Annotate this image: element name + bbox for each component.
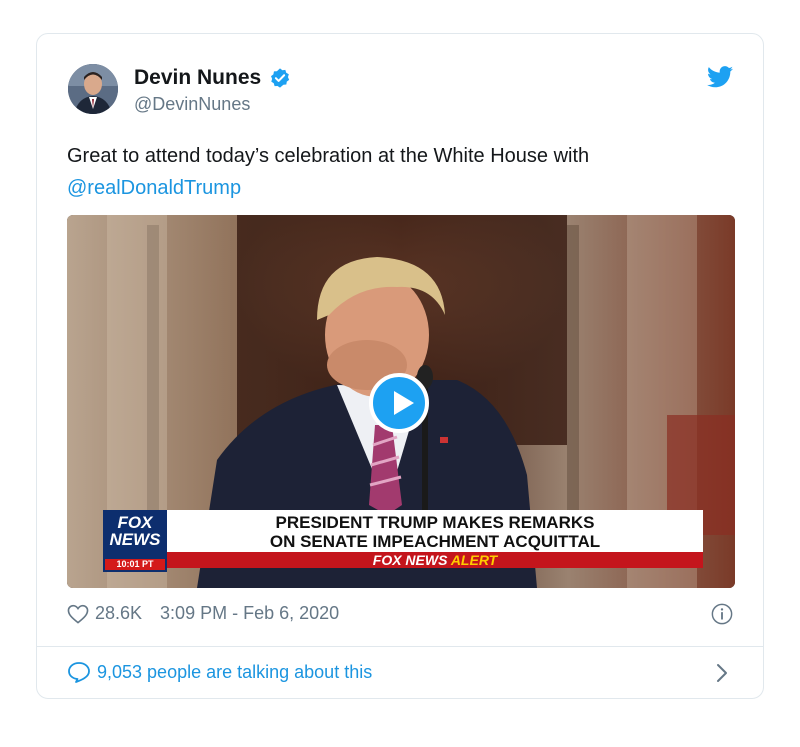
conversation-link[interactable]: 9,053 people are talking about this (67, 661, 372, 683)
tweet-timestamp[interactable]: 3:09 PM - Feb 6, 2020 (160, 603, 339, 624)
video-player[interactable]: FOX NEWS 10:01 PT PRESIDENT TRUMP MAKES … (67, 215, 735, 588)
comment-bubble-icon (68, 662, 90, 683)
alert-prefix: FOX NEWS (372, 552, 448, 568)
logo-time: 10:01 PT (105, 559, 165, 570)
headline-line1: PRESIDENT TRUMP MAKES REMARKS (275, 513, 595, 532)
play-icon[interactable] (369, 373, 429, 433)
author-name-row[interactable]: Devin Nunes (134, 66, 291, 90)
heart-icon[interactable] (67, 604, 89, 624)
tweet-body: Great to attend today’s celebration at t… (67, 145, 590, 167)
mention-link[interactable]: @realDonaldTrump (67, 177, 241, 199)
headline-line2: ON SENATE IMPEACHMENT ACQUITTAL (269, 532, 601, 551)
info-icon[interactable] (711, 603, 733, 625)
chevron-right-icon[interactable] (715, 662, 729, 684)
avatar[interactable] (68, 64, 118, 114)
twitter-bird-icon[interactable] (707, 66, 733, 88)
alert-suffix: ALERT (450, 552, 498, 568)
divider (37, 646, 763, 647)
alert-bar: FOX NEWS ALERT (167, 552, 703, 568)
logo-line1: FOX (117, 513, 153, 532)
like-count[interactable]: 28.6K (95, 603, 142, 624)
conversation-text[interactable]: 9,053 people are talking about this (97, 662, 372, 683)
logo-line2: NEWS (109, 530, 161, 549)
tweet-card: Devin Nunes @DevinNunes Great to attend … (36, 33, 764, 699)
verified-badge-icon (271, 68, 290, 88)
fox-news-logo: FOX NEWS 10:01 PT (103, 510, 167, 572)
author-name[interactable]: Devin Nunes (134, 66, 261, 90)
tweet-text: Great to attend today’s celebration at t… (67, 140, 727, 204)
tweet-meta: 28.6K 3:09 PM - Feb 6, 2020 (67, 603, 339, 624)
author-handle[interactable]: @DevinNunes (134, 94, 250, 115)
chyron-headline: PRESIDENT TRUMP MAKES REMARKS ON SENATE … (167, 510, 703, 552)
news-chyron: FOX NEWS 10:01 PT PRESIDENT TRUMP MAKES … (103, 510, 703, 572)
